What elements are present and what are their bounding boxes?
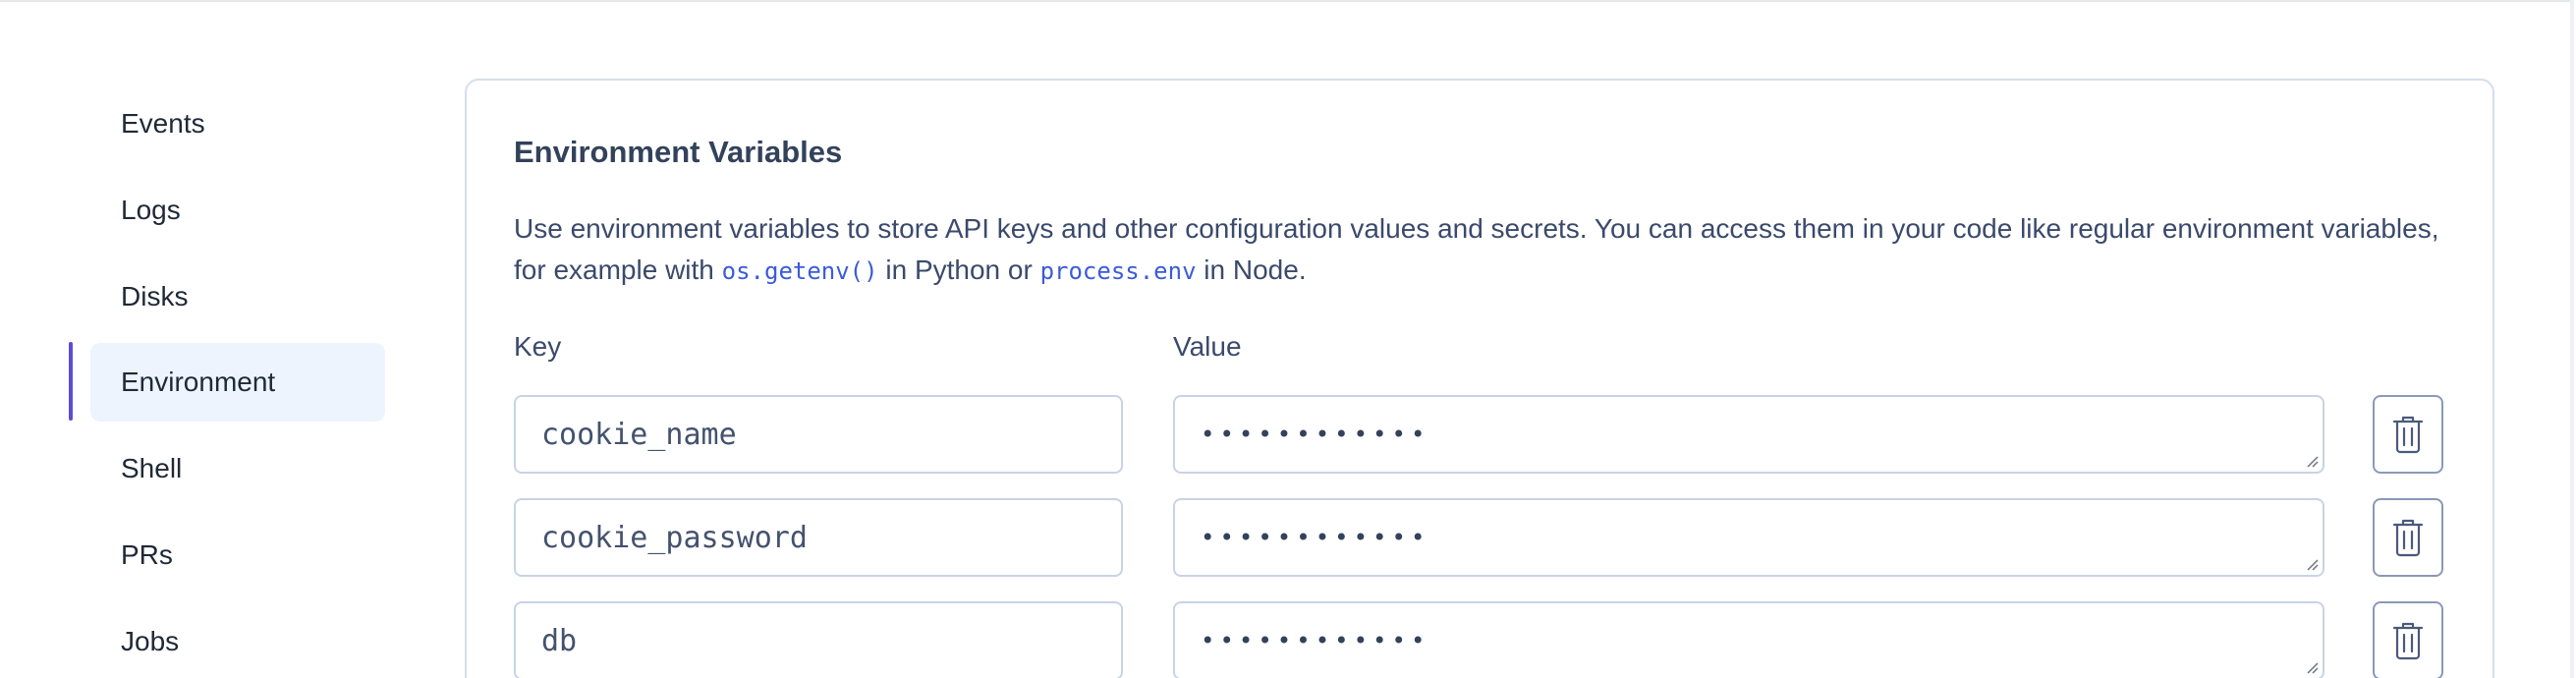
- env-value-masked: ••••••••••••: [1201, 421, 1430, 448]
- sidebar-item-environment[interactable]: Environment: [90, 343, 385, 422]
- code-snippet-getenv: os.getenv(): [721, 257, 878, 285]
- resize-handle-icon[interactable]: [2305, 454, 2319, 468]
- sidebar-item-logs[interactable]: Logs: [90, 171, 385, 250]
- top-divider: [0, 0, 2572, 2]
- trash-icon: [2392, 416, 2424, 454]
- env-value-masked: ••••••••••••: [1201, 627, 1430, 654]
- env-key-input[interactable]: cookie_name: [514, 395, 1123, 474]
- description-text: in Python or: [877, 254, 1040, 285]
- section-title: Environment Variables: [514, 135, 843, 169]
- trash-icon: [2392, 622, 2424, 660]
- env-value-input[interactable]: ••••••••••••: [1173, 498, 2324, 577]
- sidebar-item-label: Environment: [121, 367, 276, 397]
- env-key-input[interactable]: db: [514, 601, 1123, 678]
- sidebar-item-label: Events: [121, 108, 205, 139]
- delete-env-button[interactable]: [2373, 395, 2443, 474]
- env-key-value: cookie_password: [541, 520, 808, 555]
- resize-handle-icon[interactable]: [2305, 660, 2319, 674]
- env-key-input[interactable]: cookie_password: [514, 498, 1123, 577]
- sidebar-item-label: PRs: [121, 539, 173, 570]
- key-column-label: Key: [514, 331, 562, 362]
- section-description: Use environment variables to store API k…: [514, 208, 2439, 292]
- trash-icon: [2392, 519, 2424, 557]
- active-indicator: [69, 342, 73, 421]
- env-value-input[interactable]: ••••••••••••: [1173, 601, 2324, 678]
- page: Events Logs Disks Environment Shell PRs …: [0, 0, 2576, 678]
- value-column-label: Value: [1173, 331, 1242, 362]
- delete-env-button[interactable]: [2373, 498, 2443, 577]
- sidebar-item-shell[interactable]: Shell: [90, 429, 385, 508]
- sidebar-item-prs[interactable]: PRs: [90, 516, 385, 594]
- resize-handle-icon[interactable]: [2305, 557, 2319, 571]
- delete-env-button[interactable]: [2373, 601, 2443, 678]
- sidebar-item-disks[interactable]: Disks: [90, 257, 385, 336]
- description-text: in Node.: [1196, 254, 1307, 285]
- sidebar-item-label: Shell: [121, 453, 183, 483]
- env-key-value: db: [541, 623, 578, 658]
- env-value-masked: ••••••••••••: [1201, 524, 1430, 551]
- env-key-value: cookie_name: [541, 417, 737, 452]
- sidebar-item-jobs[interactable]: Jobs: [90, 602, 385, 678]
- sidebar-item-label: Disks: [121, 281, 189, 311]
- code-snippet-process-env: process.env: [1039, 257, 1197, 285]
- environment-variables-card: Environment Variables Use environment va…: [465, 79, 2494, 678]
- env-value-input[interactable]: ••••••••••••: [1173, 395, 2324, 474]
- scrollbar-track[interactable]: [2570, 0, 2574, 678]
- sidebar-item-label: Logs: [121, 195, 181, 225]
- sidebar-item-label: Jobs: [121, 626, 180, 656]
- sidebar-item-events[interactable]: Events: [90, 85, 385, 163]
